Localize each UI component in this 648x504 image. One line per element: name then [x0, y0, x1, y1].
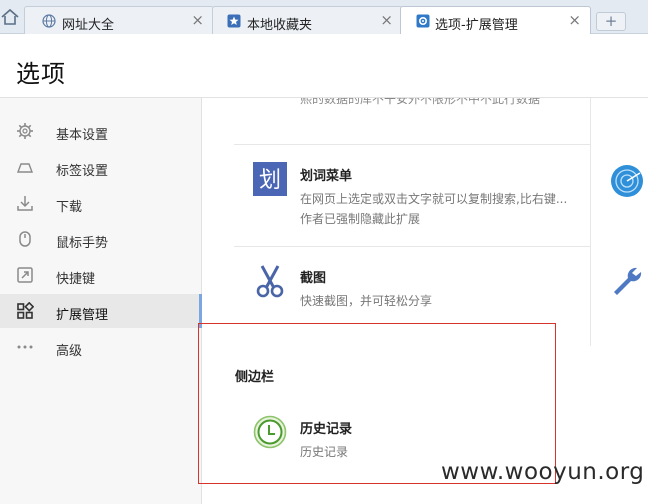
sidebar-item-basic-settings[interactable]: 基本设置: [0, 114, 202, 148]
gear-icon: [16, 122, 34, 140]
shortcut-icon: [16, 266, 34, 284]
extension-name: 划词菜单: [300, 169, 353, 184]
close-icon[interactable]: ×: [191, 11, 204, 29]
close-icon[interactable]: ×: [380, 11, 393, 29]
tab-label: 选项-扩展管理: [435, 18, 518, 33]
sidebar-item-label: 高级: [56, 344, 83, 359]
extension-description: 快速截图，并可轻松分享: [300, 294, 433, 308]
sidebar-item-label: 扩展管理: [56, 308, 109, 323]
tab-label: 网址大全: [62, 18, 115, 33]
page-title: 选项: [16, 60, 66, 88]
sidebar-item-label: 基本设置: [56, 128, 109, 143]
gear-icon: [416, 14, 430, 28]
extensions-panel: 熙的数据的库不干安外不限形不中不此行数据 划 划词菜单 在网页上选定或双击文字就…: [202, 98, 648, 504]
truncated-description: 熙的数据的库不干安外不限形不中不此行数据: [300, 98, 541, 106]
svg-text:划: 划: [259, 168, 281, 193]
star-icon: [227, 14, 241, 28]
globe-icon: [42, 14, 56, 28]
sidebar-item-mouse-gestures[interactable]: 鼠标手势: [0, 222, 202, 256]
home-icon[interactable]: [0, 8, 20, 26]
download-icon: [16, 194, 34, 212]
extension-name: 截图: [300, 271, 327, 286]
tab-options-extensions[interactable]: 选项-扩展管理 ×: [400, 6, 591, 35]
wrench-icon[interactable]: [610, 264, 644, 298]
section-title-sidebar: 侧边栏: [235, 370, 275, 385]
tab-label: 本地收藏夹: [247, 18, 313, 33]
watermark: www.wooyun.org: [441, 459, 645, 485]
divider: [234, 246, 590, 247]
new-tab-button[interactable]: +: [596, 12, 626, 31]
sidebar-item-extensions[interactable]: 扩展管理: [0, 294, 203, 328]
sidebar: 基本设置 标签设置 下载 鼠标手势 快捷键 扩展管理 高级: [0, 98, 203, 504]
extension-note: 作者已强制隐藏此扩展: [300, 212, 421, 226]
extension-name: 历史记录: [300, 422, 353, 437]
divider: [234, 144, 590, 145]
page-header: 选项: [0, 34, 648, 98]
mouse-icon: [16, 230, 34, 248]
radar-icon[interactable]: [610, 164, 644, 198]
extensions-icon: [16, 301, 35, 320]
sidebar-item-advanced[interactable]: 高级: [0, 330, 202, 364]
scissors-icon: [253, 264, 287, 298]
sidebar-item-download[interactable]: 下载: [0, 186, 202, 220]
extension-description: 历史记录: [300, 445, 349, 459]
sidebar-item-tab-settings[interactable]: 标签设置: [0, 150, 202, 184]
extension-description: 在网页上选定或双击文字就可以复制搜索,比右键...: [300, 192, 568, 206]
sidebar-item-shortcuts[interactable]: 快捷键: [0, 258, 202, 292]
close-icon[interactable]: ×: [568, 11, 581, 29]
tab-icon: [16, 158, 34, 176]
tab-local-bookmarks[interactable]: 本地收藏夹 ×: [212, 6, 403, 34]
more-icon: [16, 338, 34, 356]
column-divider: [590, 98, 591, 346]
clock-icon: [253, 415, 287, 449]
huaci-icon: 划: [253, 162, 287, 196]
sidebar-item-label: 快捷键: [56, 272, 96, 287]
sidebar-item-label: 下载: [56, 200, 83, 215]
tab-bar: 网址大全 × 本地收藏夹 × 选项-扩展管理 × +: [0, 0, 648, 35]
tab-url-directory[interactable]: 网址大全 ×: [24, 6, 214, 34]
sidebar-item-label: 标签设置: [56, 164, 109, 179]
sidebar-item-label: 鼠标手势: [56, 236, 109, 251]
